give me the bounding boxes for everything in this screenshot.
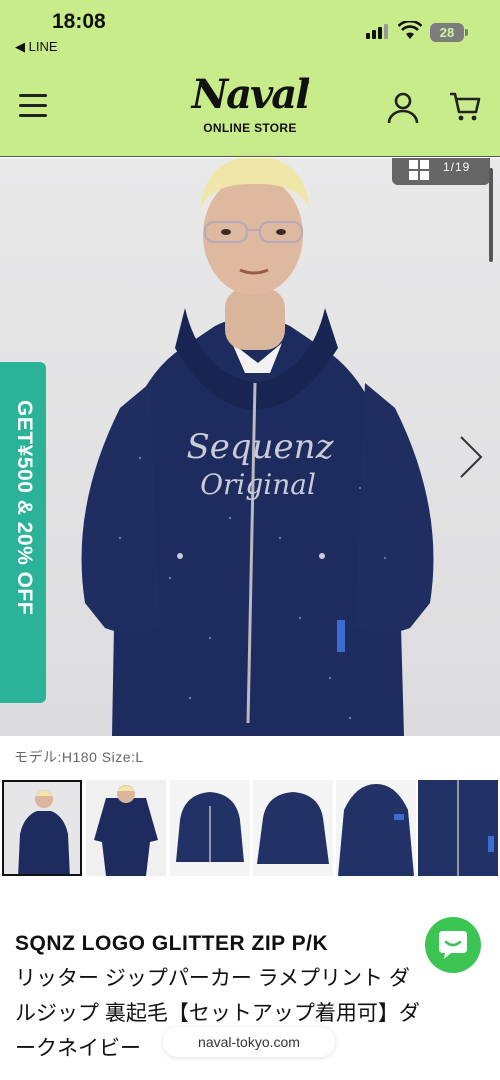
status-bar: 18:08 ◀ LINE 28 — [0, 0, 500, 60]
battery-indicator: 28 — [430, 23, 464, 42]
thumbnail-3[interactable] — [170, 780, 250, 876]
thumbnail-4[interactable] — [253, 780, 333, 876]
thumbnail-2[interactable] — [86, 780, 166, 876]
thumbnail-1[interactable] — [2, 780, 82, 876]
image-counter[interactable]: 1/19 — [392, 158, 490, 185]
registered-icon: ® — [301, 77, 310, 89]
signal-icon — [366, 24, 388, 39]
grid-view-icon — [409, 160, 429, 180]
logo-wordmark: Naval — [191, 71, 311, 118]
app-header: 18:08 ◀ LINE 28 Naval ® ONLINE STORE — [0, 0, 500, 157]
store-logo[interactable]: Naval ® ONLINE STORE — [180, 73, 320, 145]
promo-tab[interactable]: GET¥500 & 20% OFF — [0, 362, 46, 703]
thumbnail-strip — [0, 780, 500, 878]
page-scrollbar[interactable] — [489, 168, 493, 262]
product-title-line-2: リッター ジップパーカー ラメプリント ダ — [15, 967, 410, 990]
account-icon[interactable] — [386, 90, 420, 124]
product-title-line-3: ルジップ 裏起毛【セットアップ着用可】ダ — [15, 1002, 420, 1025]
back-to-line-link[interactable]: ◀ LINE — [15, 39, 58, 55]
wifi-icon — [398, 21, 422, 39]
chat-button[interactable] — [425, 917, 481, 973]
address-bar-url[interactable]: naval-tokyo.com — [163, 1027, 335, 1057]
menu-icon[interactable] — [19, 94, 47, 120]
next-image-chevron-icon[interactable] — [455, 433, 485, 481]
model-illustration: Sequenz Original — [81, 158, 434, 736]
chat-bubble-icon — [439, 931, 467, 959]
thumbnail-5[interactable] — [336, 780, 416, 876]
image-counter-text: 1/19 — [443, 160, 471, 174]
svg-text:Original: Original — [200, 468, 316, 501]
promo-text: GET¥500 & 20% OFF — [13, 400, 36, 616]
model-caption: モデル:H180 Size:L — [14, 749, 144, 765]
status-time: 18:08 — [52, 10, 106, 33]
battery-tip — [465, 29, 468, 36]
cart-icon[interactable] — [448, 90, 482, 124]
product-hero-image[interactable]: Sequenz Original — [0, 158, 500, 736]
product-title-line-1: SQNZ LOGO GLITTER ZIP P/K — [15, 932, 329, 955]
thumbnail-6[interactable] — [418, 780, 498, 876]
logo-subtitle: ONLINE STORE — [203, 121, 297, 135]
hoodie-script-logo: Sequenz — [186, 427, 334, 467]
